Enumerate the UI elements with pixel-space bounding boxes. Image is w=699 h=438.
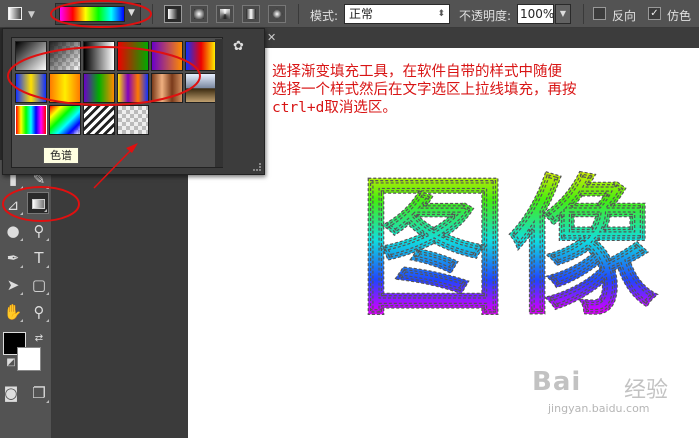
dither-label: 仿色 (667, 9, 692, 23)
preset-tooltip: 色谱 (43, 147, 79, 164)
tools-panel: ▮ ✎ ⊿ ● ⚲ ✒ T ➤ ▢ ✋ ⚲ ⇄ ◩ ◙ ❐ (0, 160, 52, 438)
instruction-line: ctrl+d取消选区。 (272, 100, 397, 116)
divider (298, 4, 299, 24)
gradient-preset-yellow-violet-orange-blue[interactable] (117, 73, 149, 103)
gradient-tool-preset-icon (8, 7, 22, 20)
gradient-preset-transparent-rainbow[interactable] (49, 105, 81, 135)
gradient-picker-popup: ✿ 色谱 (2, 28, 265, 175)
angle-gradient-button[interactable] (216, 5, 234, 23)
updown-arrow-icon: ⬍ (437, 9, 445, 19)
blend-mode-value: 正常 (349, 7, 374, 21)
resize-grip-icon[interactable] (253, 163, 261, 171)
gear-icon[interactable]: ✿ (233, 39, 244, 54)
gradient-editor-button[interactable]: ▼ (55, 3, 141, 25)
instruction-line: 选择一个样式然后在文字选区上拉线填充，再按 (272, 82, 577, 98)
gradient-preset-blue-red-yellow[interactable] (185, 41, 217, 71)
dither-checkbox[interactable]: ✓ (648, 7, 661, 20)
gradient-preset-chrome[interactable] (185, 73, 217, 103)
gradient-preset-blue-yellow-blue[interactable] (15, 73, 47, 103)
close-icon[interactable]: ✕ (267, 31, 276, 44)
gradient-preset-red-green[interactable] (117, 41, 149, 71)
chevron-down-icon[interactable]: ▼ (128, 8, 135, 18)
document-tab-strip (265, 28, 699, 48)
zoom-icon[interactable]: ⚲ (28, 301, 50, 323)
mode-label: 模式: (310, 9, 339, 23)
swap-colors-icon[interactable]: ⇄ (28, 328, 50, 350)
gradient-preset-transparent-stripes[interactable] (83, 105, 115, 135)
divider (152, 4, 153, 24)
options-bar: ▼ ▼ 模式: 正常 ⬍ 不透明度: 100% ▼ 反向 ✓ 仿色 (0, 0, 699, 28)
pen-icon[interactable]: ✒ (2, 247, 24, 269)
instruction-text: 选择渐变填充工具，在软件自带的样式中随便 选择一个样式然后在文字选区上拉线填充，… (272, 63, 692, 117)
big-text-glyphs: 图像 (358, 162, 658, 330)
blend-mode-select[interactable]: 正常 ⬍ (344, 4, 450, 24)
reflected-gradient-button[interactable] (242, 5, 260, 23)
gradient-filled-text: 图像 (357, 161, 658, 330)
opacity-slider-button[interactable]: ▼ (555, 4, 571, 24)
gradient-preset-violet-orange[interactable] (151, 41, 183, 71)
watermark-url: jingyan.baidu.com (548, 402, 650, 415)
gradient-preset-foreground-to-background[interactable] (15, 41, 47, 71)
instruction-line: 选择渐变填充工具，在软件自带的样式中随便 (272, 64, 562, 80)
quick-mask-icon[interactable]: ◙ (0, 382, 22, 404)
divider (583, 4, 584, 24)
gradient-preset-foreground-to-transparent[interactable] (49, 41, 81, 71)
linear-gradient-button[interactable] (164, 5, 182, 23)
blur-drop-icon[interactable]: ● (2, 220, 24, 242)
presets-scrollbar[interactable] (215, 39, 223, 167)
dodge-icon[interactable]: ⚲ (28, 220, 50, 242)
stamp-icon[interactable]: ⊿ (2, 194, 24, 216)
gradient-preset-orange-yellow-orange[interactable] (49, 73, 81, 103)
radial-gradient-button[interactable] (190, 5, 208, 23)
tool-preset-picker[interactable]: ▼ (4, 4, 38, 24)
gradient-preset-spectrum[interactable] (15, 105, 47, 135)
chevron-down-icon: ▼ (28, 10, 35, 20)
shape-icon[interactable]: ▢ (28, 274, 50, 296)
reverse-label: 反向 (612, 9, 637, 23)
path-select-icon[interactable]: ➤ (2, 274, 24, 296)
watermark-cn: 经验 (624, 378, 669, 403)
type-icon[interactable]: T (28, 247, 50, 269)
gradient-preset-violet-green-orange[interactable] (83, 73, 115, 103)
gradient-tool-icon[interactable] (27, 192, 49, 214)
opacity-input[interactable]: 100% (517, 4, 554, 24)
opacity-label: 不透明度: (459, 9, 512, 23)
hand-icon[interactable]: ✋ (2, 301, 24, 323)
gradient-preset-copper[interactable] (151, 73, 183, 103)
gradient-preview-swatch[interactable] (59, 6, 125, 22)
gradient-preset-transparent-checker[interactable] (117, 105, 149, 135)
gradient-preset-black-white[interactable] (83, 41, 115, 71)
watermark-logo: Bai (532, 367, 582, 397)
default-colors-icon[interactable]: ◩ (0, 352, 22, 374)
screen-mode-icon[interactable]: ❐ (28, 382, 50, 404)
reverse-checkbox[interactable] (593, 7, 606, 20)
diamond-gradient-button[interactable] (268, 5, 286, 23)
